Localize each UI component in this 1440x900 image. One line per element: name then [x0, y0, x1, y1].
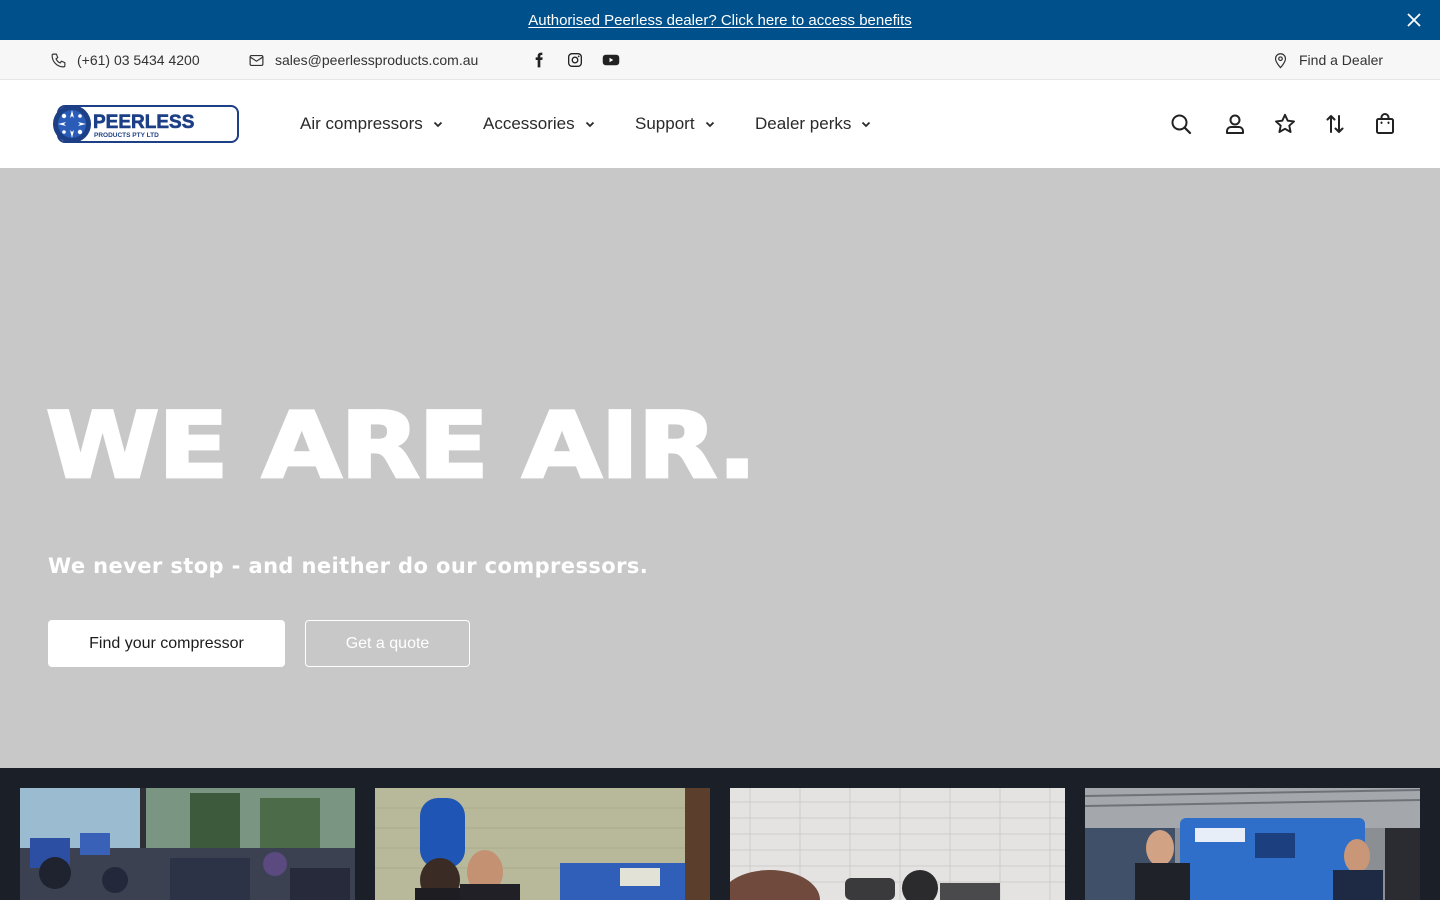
- instagram-icon: [568, 53, 582, 67]
- mail-icon: [249, 54, 264, 66]
- feature-card[interactable]: [730, 788, 1065, 900]
- nav-air-compressors[interactable]: Air compressors: [300, 80, 443, 168]
- facebook-link[interactable]: [531, 40, 547, 80]
- chevron-down-icon: [585, 121, 594, 128]
- youtube-link[interactable]: [602, 40, 620, 80]
- hero-title: WE ARE AIR.: [44, 392, 758, 499]
- featured-cards-strip: [0, 768, 1440, 900]
- chevron-down-icon: [433, 121, 442, 128]
- nav-accessories[interactable]: Accessories: [483, 80, 595, 168]
- nav-label: Accessories: [483, 114, 575, 133]
- find-compressor-button[interactable]: Find your compressor: [48, 620, 285, 667]
- search-icon[interactable]: [1169, 112, 1193, 136]
- nav-label: Dealer perks: [755, 114, 852, 133]
- chevron-down-icon: [862, 121, 871, 128]
- wishlist-star-icon[interactable]: [1273, 112, 1297, 136]
- find-dealer-link[interactable]: Find a Dealer: [1272, 40, 1383, 80]
- compare-icon[interactable]: [1323, 112, 1347, 136]
- utility-bar: (+61) 03 5434 4200 sales@peerlessproduct…: [0, 40, 1440, 80]
- phone-icon: [51, 53, 66, 67]
- map-pin-icon: [1274, 52, 1287, 68]
- hero-subtitle: We never stop - and neither do our compr…: [48, 554, 649, 578]
- workshop-compressor-photo: [730, 788, 1065, 900]
- site-header: PEERLESS PRODUCTS PTY LTD Air compressor…: [0, 80, 1440, 168]
- feature-card[interactable]: [20, 788, 355, 900]
- phone-link[interactable]: (+61) 03 5434 4200: [50, 40, 200, 80]
- nav-label: Air compressors: [300, 114, 423, 133]
- chevron-down-icon: [705, 121, 714, 128]
- nav-dealer-perks[interactable]: Dealer perks: [755, 80, 871, 168]
- staff-with-portable-compressor-photo: [1085, 788, 1420, 900]
- phone-number: (+61) 03 5434 4200: [77, 52, 200, 68]
- account-icon[interactable]: [1223, 112, 1247, 136]
- showroom-compressors-photo: [20, 788, 355, 900]
- nav-label: Support: [635, 114, 695, 133]
- get-quote-button[interactable]: Get a quote: [305, 620, 470, 667]
- dealer-benefits-link[interactable]: Authorised Peerless dealer? Click here t…: [528, 12, 912, 29]
- feature-card[interactable]: [375, 788, 710, 900]
- feature-card[interactable]: [1085, 788, 1420, 900]
- nav-support[interactable]: Support: [635, 80, 715, 168]
- email-address: sales@peerlessproducts.com.au: [275, 52, 479, 68]
- email-link[interactable]: sales@peerlessproducts.com.au: [248, 40, 478, 80]
- svg-text:PEERLESS: PEERLESS: [93, 112, 194, 133]
- youtube-icon: [602, 54, 620, 66]
- svg-text:PRODUCTS PTY LTD: PRODUCTS PTY LTD: [94, 132, 159, 139]
- instagram-link[interactable]: [567, 40, 583, 80]
- close-icon[interactable]: [1404, 10, 1424, 30]
- announcement-bar: Authorised Peerless dealer? Click here t…: [0, 0, 1440, 40]
- facebook-icon: [535, 52, 543, 68]
- cart-bag-icon[interactable]: [1373, 112, 1397, 136]
- find-dealer-label: Find a Dealer: [1299, 52, 1384, 68]
- hero-banner: WE ARE AIR. We never stop - and neither …: [0, 168, 1440, 768]
- team-with-blue-compressor-photo: [375, 788, 710, 900]
- peerless-logo[interactable]: PEERLESS PRODUCTS PTY LTD: [50, 102, 240, 146]
